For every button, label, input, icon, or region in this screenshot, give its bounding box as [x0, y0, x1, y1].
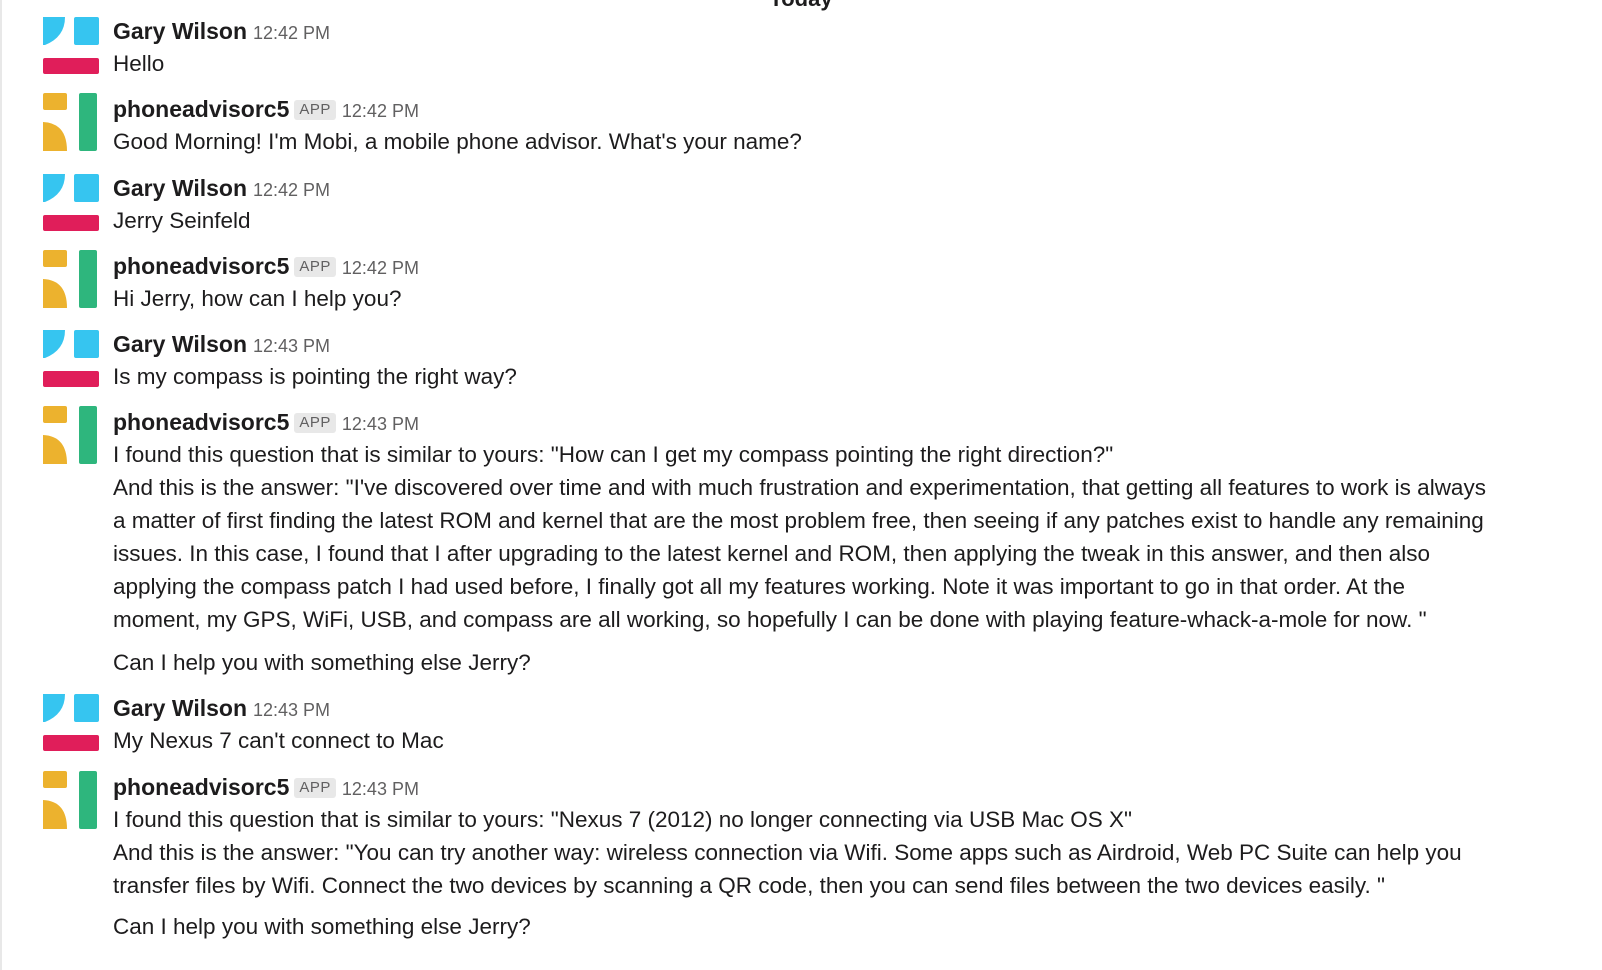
day-divider: Today [0, 0, 1602, 12]
bot-avatar-icon[interactable] [43, 93, 99, 151]
message-author[interactable]: Gary Wilson [113, 695, 247, 721]
message-text: I found this question that is similar to… [113, 442, 1114, 467]
gary-avatar-icon[interactable] [43, 172, 99, 231]
message-text: Hello [113, 51, 165, 76]
message-followup: Can I help you with something else Jerry… [113, 650, 531, 675]
message-text: a matter of first finding the latest ROM… [113, 508, 1484, 533]
message-timestamp[interactable]: 12:43 PM [253, 700, 330, 720]
message-timestamp[interactable]: 12:43 PM [253, 336, 330, 356]
bot-avatar-icon[interactable] [43, 406, 99, 464]
message-text: And this is the answer: "I've discovered… [113, 475, 1486, 500]
message-text: Good Morning! I'm Mobi, a mobile phone a… [113, 129, 802, 154]
message-text: applying the compass patch I had used be… [113, 574, 1405, 599]
message-text: transfer files by Wifi. Connect the two … [113, 873, 1385, 898]
message-author[interactable]: Gary Wilson [113, 331, 247, 357]
message-timestamp[interactable]: 12:42 PM [342, 258, 419, 278]
gary-avatar-icon[interactable] [43, 15, 99, 74]
message-text: And this is the answer: "You can try ano… [113, 840, 1462, 865]
gary-avatar-icon[interactable] [43, 328, 99, 387]
app-badge: APP [294, 778, 336, 798]
message-author[interactable]: Gary Wilson [113, 18, 247, 44]
message-text: issues. In this case, I found that I aft… [113, 541, 1431, 566]
message-timestamp[interactable]: 12:43 PM [342, 779, 419, 799]
message-author[interactable]: phoneadvisorc5 [113, 774, 289, 800]
message-text: Is my compass is pointing the right way? [113, 364, 517, 389]
app-badge: APP [294, 100, 336, 120]
message-author[interactable]: phoneadvisorc5 [113, 253, 289, 279]
message-text: Jerry Seinfeld [113, 208, 251, 233]
pane-left-border [0, 0, 2, 970]
message-text: Hi Jerry, how can I help you? [113, 286, 402, 311]
message-timestamp[interactable]: 12:42 PM [342, 101, 419, 121]
app-badge: APP [294, 257, 336, 277]
message-author[interactable]: phoneadvisorc5 [113, 409, 289, 435]
message-timestamp[interactable]: 12:43 PM [342, 414, 419, 434]
message-followup: Can I help you with something else Jerry… [113, 914, 531, 939]
message-text: moment, my GPS, WiFi, USB, and compass a… [113, 607, 1427, 632]
app-badge: APP [294, 413, 336, 433]
message-timestamp[interactable]: 12:42 PM [253, 180, 330, 200]
gary-avatar-icon[interactable] [43, 692, 99, 751]
message-author[interactable]: Gary Wilson [113, 175, 247, 201]
message-timestamp[interactable]: 12:42 PM [253, 23, 330, 43]
message-author[interactable]: phoneadvisorc5 [113, 96, 289, 122]
message-text: I found this question that is similar to… [113, 807, 1132, 832]
bot-avatar-icon[interactable] [43, 250, 99, 308]
message-text: My Nexus 7 can't connect to Mac [113, 728, 444, 753]
bot-avatar-icon[interactable] [43, 771, 99, 829]
